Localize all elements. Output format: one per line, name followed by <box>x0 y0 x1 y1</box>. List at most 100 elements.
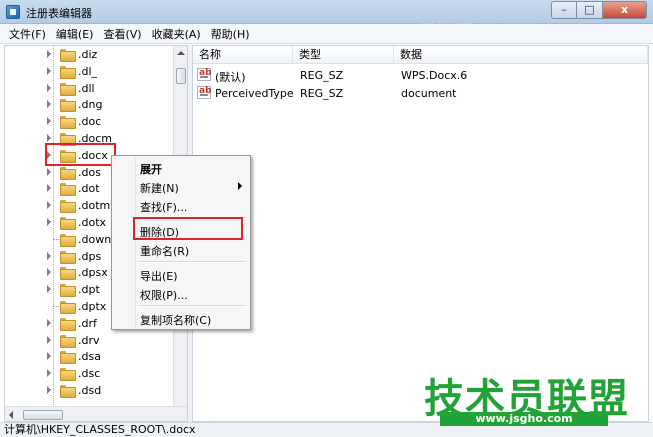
menu-view[interactable]: 查看(V) <box>98 26 146 42</box>
folder-icon <box>60 65 76 79</box>
menu-item-label: 查找(F)... <box>140 201 188 214</box>
tree-item[interactable]: .dsd <box>5 382 173 399</box>
tree-item[interactable]: .dl_ <box>5 63 173 80</box>
maximize-button[interactable]: □ <box>577 1 603 19</box>
tree-item[interactable]: .dsc <box>5 365 173 382</box>
menu-item-label: 展开 <box>140 163 162 176</box>
tree-item-label: .dptx <box>78 300 107 313</box>
expand-arrow-icon[interactable] <box>47 184 51 193</box>
expand-arrow-icon[interactable] <box>47 218 51 226</box>
expand-arrow-icon[interactable] <box>47 117 51 126</box>
expand-arrow-icon[interactable] <box>47 201 51 210</box>
menu-item-label: 重命名(R) <box>140 245 190 258</box>
window-title: 注册表编辑器 <box>26 7 92 20</box>
menu-item-permissions[interactable]: 权限(P)... <box>112 284 250 303</box>
tree-item[interactable]: .diz <box>5 46 173 63</box>
tree-scroll-thumb[interactable] <box>176 68 186 84</box>
value-name: (默认) <box>215 71 246 84</box>
submenu-arrow-icon <box>238 182 242 190</box>
string-value-icon <box>197 86 212 99</box>
expand-arrow-icon[interactable] <box>47 335 51 344</box>
tree-item[interactable]: .dng <box>5 96 173 113</box>
scroll-left-icon[interactable] <box>9 411 13 419</box>
expand-arrow-icon[interactable] <box>47 167 51 176</box>
value-type: REG_SZ <box>300 69 344 82</box>
menu-file[interactable]: 文件(F) <box>4 26 51 42</box>
menu-item-label: 新建(N) <box>140 182 179 195</box>
value-row[interactable]: PerceivedType REG_SZ document <box>193 84 648 102</box>
tree-item-label: .dng <box>78 98 103 112</box>
expand-arrow-icon[interactable] <box>47 66 51 75</box>
column-header-name[interactable]: 名称 <box>193 46 293 64</box>
tree-connector-line <box>53 306 59 307</box>
expand-arrow-icon[interactable] <box>47 100 51 109</box>
menu-help[interactable]: 帮助(H) <box>206 26 255 42</box>
value-data: WPS.Docx.6 <box>401 69 468 82</box>
folder-icon <box>60 217 76 230</box>
folder-icon <box>60 368 76 382</box>
tree-item-label: .dsa <box>78 350 101 364</box>
value-row[interactable]: (默认) REG_SZ WPS.Docx.6 <box>193 66 648 84</box>
scroll-up-icon[interactable] <box>177 51 185 55</box>
tree-item-label: .dpsx <box>78 266 108 280</box>
expand-arrow-icon[interactable] <box>47 251 51 260</box>
close-button[interactable]: x <box>603 1 647 19</box>
menu-item-export[interactable]: 导出(E) <box>112 265 250 284</box>
menu-item-new[interactable]: 新建(N) <box>112 177 250 196</box>
folder-icon <box>60 334 76 348</box>
tree-item-label: .dll <box>78 81 95 95</box>
tree-item-label: .doc <box>78 115 102 129</box>
expand-arrow-icon[interactable] <box>47 134 51 142</box>
folder-icon <box>60 351 76 365</box>
menu-edit[interactable]: 编辑(E) <box>51 26 99 42</box>
tree-item-label: .drf <box>78 316 97 330</box>
expand-arrow-icon[interactable] <box>47 386 51 394</box>
expand-arrow-icon[interactable] <box>47 83 51 92</box>
tree-item-label: .dotm <box>78 199 111 213</box>
menu-item-copy-key-name[interactable]: 复制项名称(C) <box>112 309 250 328</box>
expand-arrow-icon[interactable] <box>47 285 51 294</box>
expand-arrow-icon[interactable] <box>47 369 51 378</box>
tree-item-label: .dos <box>78 165 101 179</box>
folder-icon <box>60 183 76 197</box>
tree-item[interactable]: .dsa <box>5 348 173 365</box>
menu-favorites[interactable]: 收藏夹(A) <box>147 26 206 42</box>
menu-item-label: 导出(E) <box>140 270 178 283</box>
folder-icon <box>60 233 76 247</box>
minimize-button[interactable]: – <box>551 1 577 19</box>
title-bar[interactable]: 注册表编辑器 三联网 3LIAN.COM – □ x <box>0 0 653 41</box>
column-header-type[interactable]: 类型 <box>293 46 394 64</box>
menu-item-label: 复制项名称(C) <box>140 314 212 327</box>
tree-item[interactable]: .doc <box>5 113 173 130</box>
folder-icon <box>60 166 76 180</box>
delete-highlight-box <box>133 217 243 240</box>
expand-arrow-icon[interactable] <box>47 50 51 58</box>
menu-separator <box>138 261 246 263</box>
tree-item-label: .dsd <box>78 384 102 397</box>
tree-item[interactable]: .dll <box>5 80 173 97</box>
regedit-app-icon <box>6 5 20 19</box>
tree-horizontal-scrollbar[interactable] <box>5 406 187 421</box>
menu-item-rename[interactable]: 重命名(R) <box>112 240 250 259</box>
folder-icon <box>60 317 76 331</box>
tree-hscroll-thumb[interactable] <box>23 410 63 420</box>
tree-item[interactable]: .drv <box>5 332 173 349</box>
folder-icon <box>60 200 76 214</box>
expand-arrow-icon[interactable] <box>47 268 51 277</box>
window-controls: – □ x <box>551 1 647 19</box>
tree-item-label: .drv <box>78 333 100 347</box>
menu-item-find[interactable]: 查找(F)... <box>112 196 250 215</box>
expand-arrow-icon[interactable] <box>47 352 51 361</box>
tree-item-label: .dpt <box>78 283 100 297</box>
docx-highlight-box <box>45 143 116 166</box>
tree-item-label: .dot <box>78 182 100 196</box>
tree-item-label: .diz <box>78 48 98 61</box>
brand-url: www.jsgho.com <box>440 412 608 426</box>
tree-connector-line <box>53 238 59 240</box>
expand-arrow-icon[interactable] <box>47 318 51 327</box>
menu-item-expand[interactable]: 展开 <box>112 158 250 177</box>
folder-icon <box>60 99 76 113</box>
folder-icon <box>60 49 76 62</box>
value-data: document <box>401 87 457 100</box>
column-header-data[interactable]: 数据 <box>394 46 648 64</box>
